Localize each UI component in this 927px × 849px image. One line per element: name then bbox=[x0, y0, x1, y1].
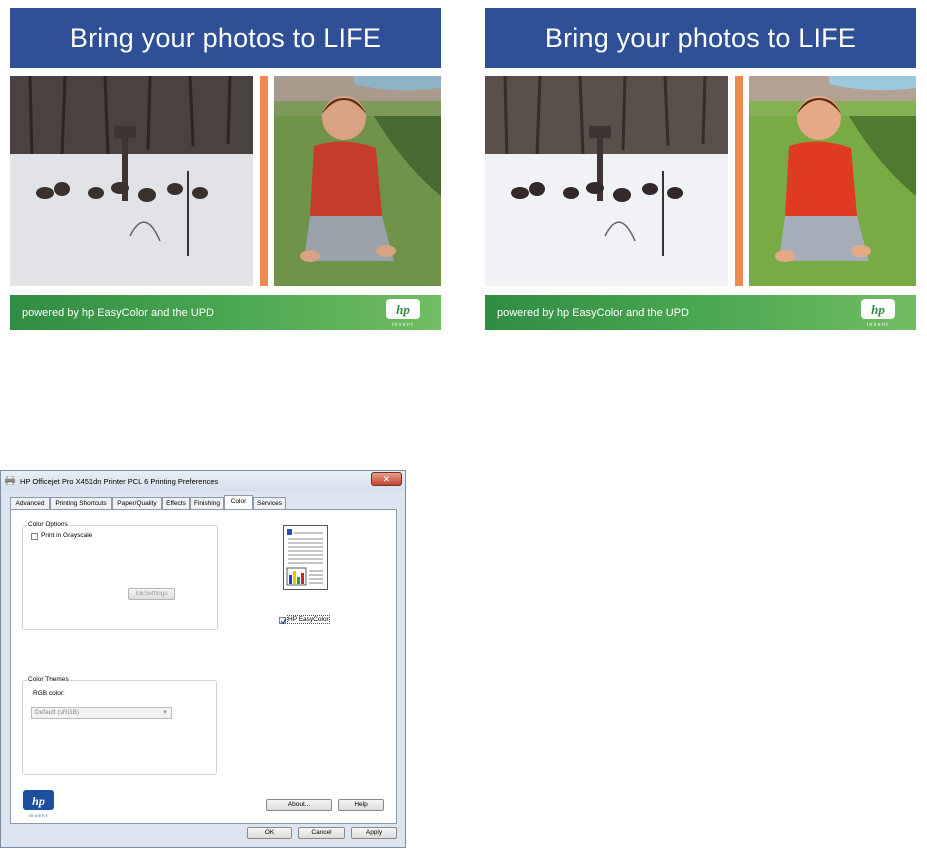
promo-footer-text: powered by hp EasyColor and the UPD bbox=[497, 306, 689, 319]
dialog-titlebar[interactable]: HP Officejet Pro X451dn Printer PCL 6 Pr… bbox=[1, 471, 405, 491]
color-options-group: Color Options Print in Grayscale InkSett… bbox=[22, 521, 218, 630]
rgb-color-label: RGB color: bbox=[33, 690, 65, 697]
promo-footer: powered by hp EasyColor and the UPD hp i… bbox=[10, 295, 441, 330]
svg-text:invent: invent bbox=[867, 322, 889, 327]
color-options-label: Color Options bbox=[27, 521, 69, 528]
hp-easycolor-checkbox[interactable] bbox=[279, 617, 287, 625]
ok-button[interactable]: OK bbox=[247, 827, 292, 839]
print-in-grayscale-checkbox[interactable] bbox=[31, 533, 38, 540]
tab-finishing[interactable]: Finishing bbox=[190, 497, 224, 509]
svg-text:hp: hp bbox=[396, 302, 410, 317]
svg-text:invent: invent bbox=[392, 322, 414, 327]
svg-text:hp: hp bbox=[871, 302, 885, 317]
tab-color[interactable]: Color bbox=[224, 495, 253, 509]
about-button[interactable]: About... bbox=[266, 799, 332, 811]
promo-banner-title: Bring your photos to LIFE bbox=[485, 8, 916, 68]
printer-icon bbox=[5, 476, 15, 485]
checkmark-icon bbox=[280, 618, 287, 625]
orange-divider bbox=[735, 76, 743, 286]
hp-logo-icon: hp invent bbox=[386, 299, 420, 327]
tab-services[interactable]: Services bbox=[253, 497, 286, 509]
child-photo bbox=[749, 76, 916, 286]
turkeys-photo bbox=[10, 76, 253, 286]
hp-logo-icon: hp invent bbox=[861, 299, 895, 327]
document-preview-icon bbox=[283, 525, 328, 590]
page-preview bbox=[283, 525, 328, 590]
promo-card-before: Bring your photos to LIFE powered by hp … bbox=[10, 8, 441, 330]
close-button[interactable]: ✕ bbox=[371, 472, 402, 486]
tab-paper-quality[interactable]: Paper/Quality bbox=[112, 497, 162, 509]
tab-advanced[interactable]: Advanced bbox=[10, 497, 50, 509]
promo-banner-title: Bring your photos to LIFE bbox=[10, 8, 441, 68]
rgb-color-value: Default (sRGB) bbox=[35, 709, 80, 716]
rgb-color-select[interactable]: Default (sRGB) ▼ bbox=[31, 707, 172, 719]
tab-printing-shortcuts[interactable]: Printing Shortcuts bbox=[50, 497, 112, 509]
turkeys-photo bbox=[485, 76, 728, 286]
apply-button[interactable]: Apply bbox=[351, 827, 397, 839]
chevron-down-icon: ▼ bbox=[162, 710, 168, 716]
svg-text:invent: invent bbox=[29, 813, 49, 818]
tab-effects[interactable]: Effects bbox=[162, 497, 190, 509]
promo-card-after: Bring your photos to LIFE powered by hp … bbox=[485, 8, 916, 330]
color-themes-group: Color Themes RGB color: Default (sRGB) ▼ bbox=[22, 676, 217, 775]
help-button[interactable]: Help bbox=[338, 799, 384, 811]
color-tab-panel: Color Options Print in Grayscale InkSett… bbox=[10, 509, 397, 824]
hp-logo-icon: hp invent bbox=[23, 790, 54, 818]
printing-preferences-dialog: HP Officejet Pro X451dn Printer PCL 6 Pr… bbox=[0, 470, 406, 848]
hp-easycolor-label: HP EasyColor bbox=[287, 615, 330, 624]
color-themes-label: Color Themes bbox=[27, 676, 70, 683]
svg-text:hp: hp bbox=[32, 794, 45, 808]
child-photo bbox=[274, 76, 441, 286]
promo-footer: powered by hp EasyColor and the UPD hp i… bbox=[485, 295, 916, 330]
dialog-title: HP Officejet Pro X451dn Printer PCL 6 Pr… bbox=[20, 477, 219, 486]
promo-footer-text: powered by hp EasyColor and the UPD bbox=[22, 306, 214, 319]
ink-settings-button[interactable]: InkSettings bbox=[128, 588, 175, 600]
print-in-grayscale-label: Print in Grayscale bbox=[41, 532, 93, 539]
orange-divider bbox=[260, 76, 268, 286]
cancel-button[interactable]: Cancel bbox=[298, 827, 345, 839]
